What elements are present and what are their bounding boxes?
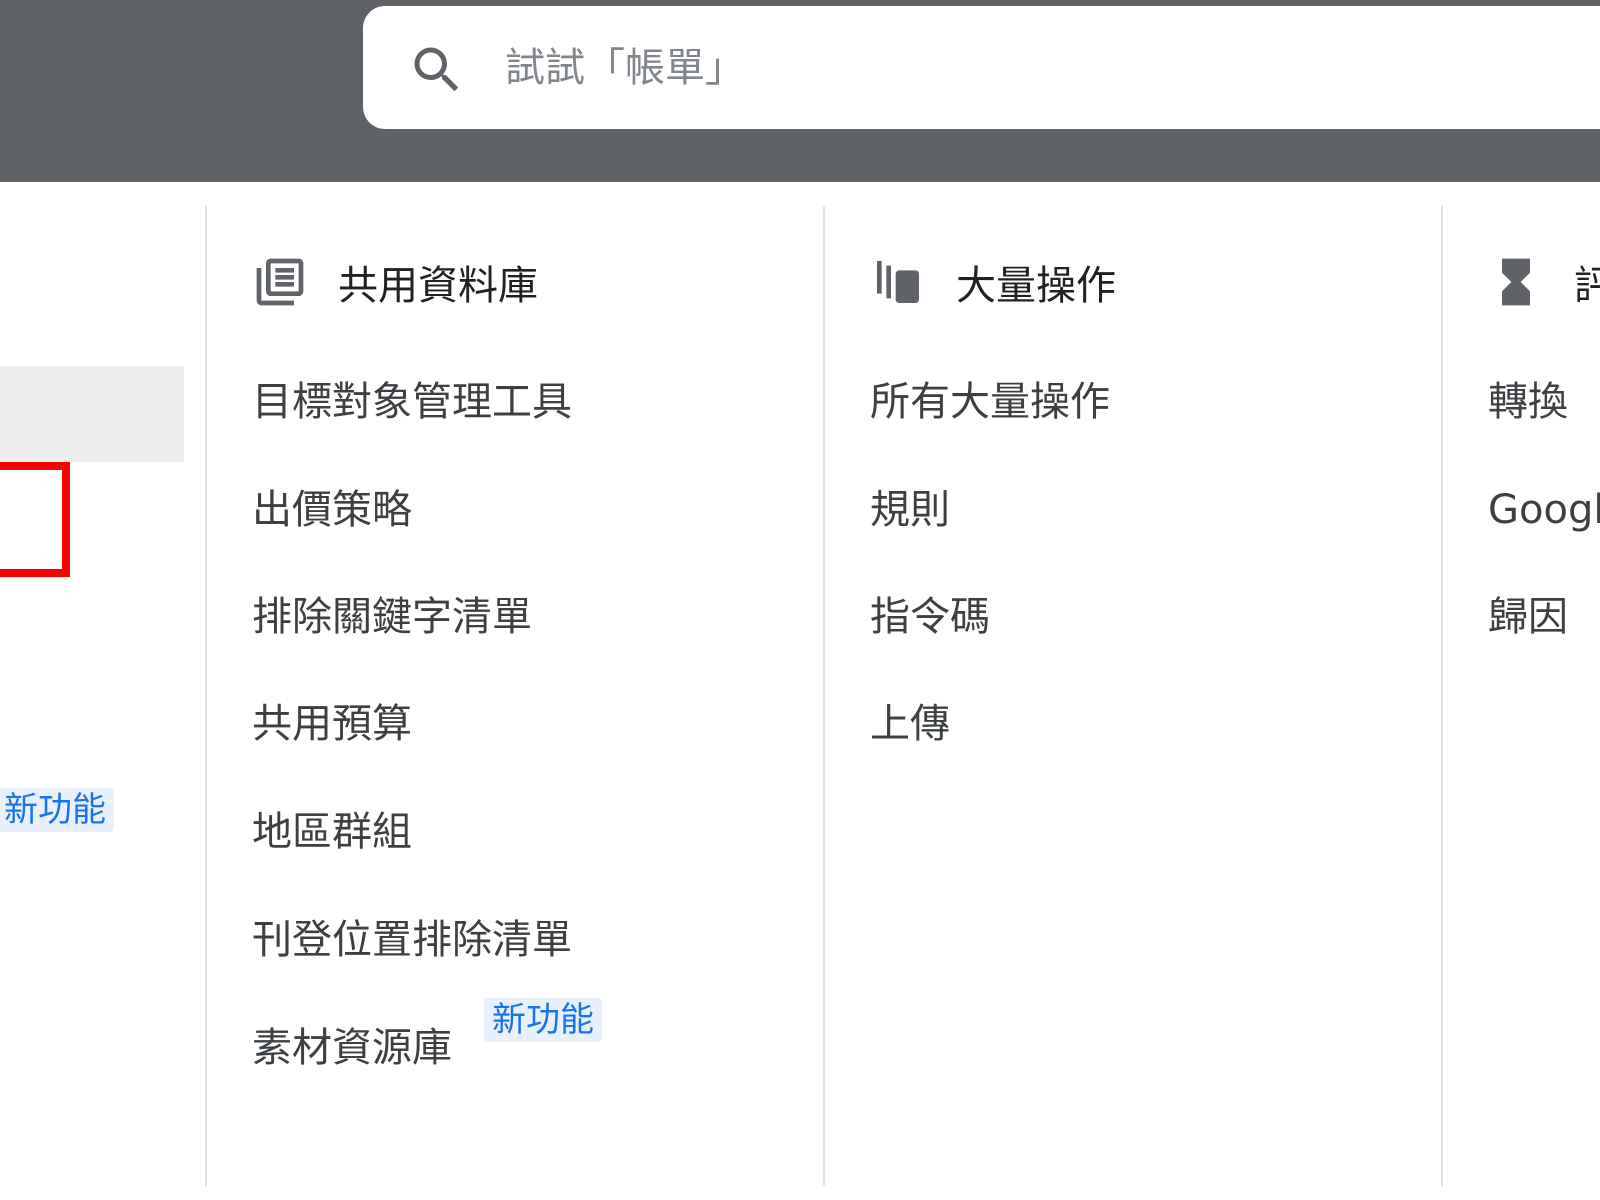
tools-menu: 新功能 共用資料庫 目標對象管理工具 出價策略 排除關鍵字清單 共用預算 地區群…	[0, 182, 1600, 1200]
asset-library-new-badge: 新功能	[484, 998, 602, 1042]
menu-item-uploads[interactable]: 上傳	[870, 696, 950, 752]
menu-item-negative-keyword-lists[interactable]: 排除關鍵字清單	[252, 589, 532, 645]
copy-stack-icon	[877, 261, 919, 303]
column-divider	[1441, 206, 1443, 1186]
bulk-actions-header: 大量操作	[870, 250, 1116, 314]
menu-item-location-groups[interactable]: 地區群組	[252, 804, 412, 860]
menu-item-bid-strategies[interactable]: 出價策略	[252, 482, 412, 538]
column-divider	[823, 206, 825, 1186]
top-bar	[0, 0, 1600, 182]
search-icon	[414, 47, 459, 92]
library-icon	[256, 258, 304, 306]
selected-menu-row[interactable]	[0, 366, 184, 462]
menu-item-asset-library[interactable]: 素材資源庫	[252, 1020, 452, 1076]
shared-library-column: 共用資料庫 目標對象管理工具 出價策略 排除關鍵字清單 共用預算 地區群組 刊登…	[252, 182, 812, 1200]
menu-item-google-analytics[interactable]: Googl	[1488, 482, 1600, 538]
menu-item-rules[interactable]: 規則	[870, 482, 950, 538]
menu-item-all-bulk-actions[interactable]: 所有大量操作	[870, 374, 1110, 430]
menu-item-audience-manager[interactable]: 目標對象管理工具	[252, 374, 572, 430]
hourglass-icon	[1502, 258, 1530, 306]
bulk-actions-column: 大量操作 所有大量操作 規則 指令碼 上傳	[870, 182, 1430, 1200]
search-input[interactable]	[505, 36, 1405, 100]
search-box[interactable]	[363, 6, 1600, 129]
menu-item-attribution[interactable]: 歸因	[1488, 589, 1568, 645]
left-column: 新功能	[0, 182, 205, 1200]
bulk-actions-title: 大量操作	[956, 263, 1116, 309]
menu-item-scripts[interactable]: 指令碼	[870, 589, 990, 645]
measurement-column: 評 轉換 Googl 歸因	[1488, 182, 1600, 1200]
shared-library-title: 共用資料庫	[338, 263, 538, 309]
menu-item-shared-budgets[interactable]: 共用預算	[252, 696, 412, 752]
column-divider	[205, 206, 207, 1186]
highlight-box	[0, 462, 70, 577]
measurement-title: 評	[1574, 263, 1600, 309]
menu-item-conversions[interactable]: 轉換	[1488, 374, 1568, 430]
new-feature-badge: 新功能	[0, 788, 114, 832]
measurement-header: 評	[1488, 250, 1600, 314]
menu-item-placement-exclusion-lists[interactable]: 刊登位置排除清單	[252, 912, 572, 968]
shared-library-header: 共用資料庫	[252, 250, 538, 314]
